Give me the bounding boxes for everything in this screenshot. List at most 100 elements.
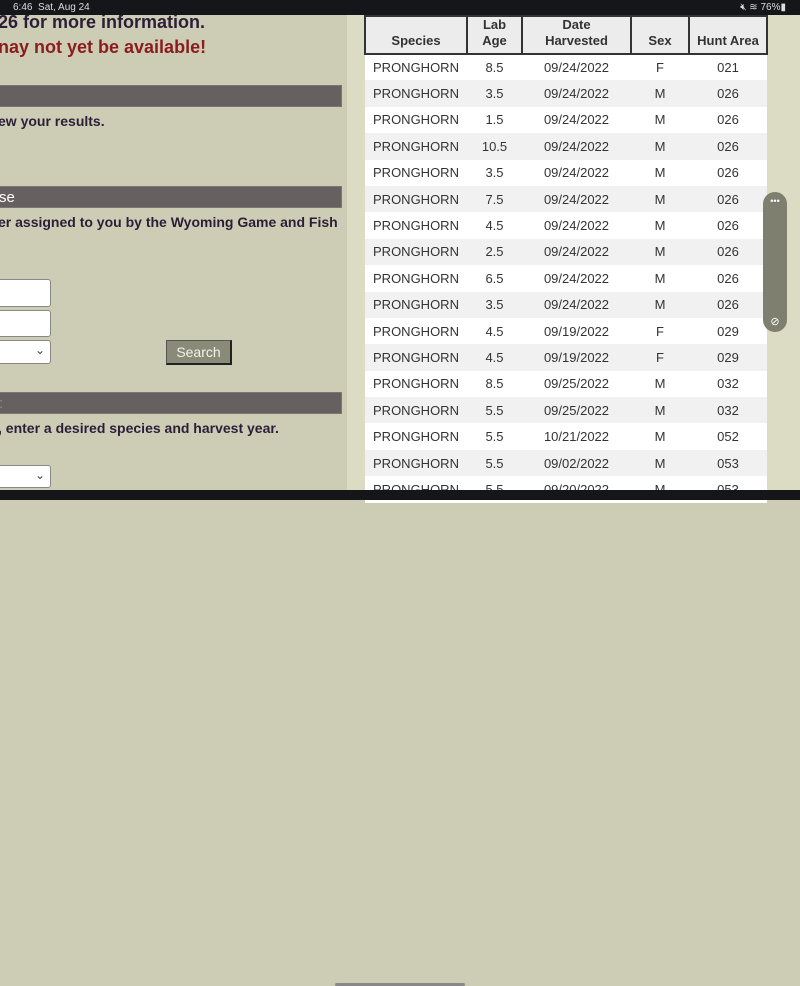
table-cell: 09/24/2022 (522, 80, 631, 107)
table-cell: PRONGHORN (365, 344, 467, 371)
battery-level: 76% (760, 2, 781, 13)
column-header-text: Sex (648, 33, 672, 48)
table-cell: M (631, 423, 689, 450)
edge-panel-handle[interactable]: ••• ⊘ (763, 192, 787, 332)
table-cell: M (631, 106, 689, 134)
table-cell: 09/24/2022 (522, 106, 631, 134)
section-header-1 (0, 85, 342, 107)
table-cell: 7.5 (467, 185, 522, 213)
table-cell: 09/19/2022 (522, 344, 631, 371)
edge-panel-hide-icon[interactable]: ⊘ (763, 315, 787, 328)
table-cell: PRONGHORN (365, 370, 467, 398)
status-bar: 6:46 Sat, Aug 24 🔇︎ ≋ 76%▮ (0, 0, 800, 15)
table-cell: 4.5 (467, 344, 522, 371)
table-cell: 8.5 (467, 54, 522, 81)
table-cell: 032 (689, 370, 767, 398)
table-cell: PRONGHORN (365, 291, 467, 318)
table-cell: 3.5 (467, 159, 522, 186)
text-input-2[interactable] (0, 310, 51, 337)
results-table: Species Lab Age Date Harvested Sex Hunt Area P… (364, 15, 768, 503)
table-cell: F (631, 54, 689, 81)
select-dropdown-2[interactable]: ⌄ (0, 465, 51, 488)
table-cell: 029 (689, 317, 767, 345)
table-cell: 026 (689, 159, 767, 186)
table-cell: 10.5 (467, 133, 522, 160)
table-row: PRONGHORN 5.5 09/02/2022 M 053 (365, 449, 767, 477)
column-header-text: Age (482, 33, 507, 48)
table-cell: 5.5 (467, 423, 522, 450)
table-cell: 029 (689, 344, 767, 371)
table-row: PRONGHORN 5.5 09/25/2022 M 032 (365, 397, 767, 424)
view-results-text: ew your results. (0, 113, 105, 129)
column-header: Hunt Area (688, 15, 768, 55)
column-header-text: Species (391, 33, 441, 48)
table-cell: M (631, 133, 689, 160)
section-header-3-label: : (0, 395, 3, 412)
column-header: Sex (630, 15, 690, 55)
status-icons: 🔇︎ ≋ 76%▮ (740, 2, 786, 13)
column-header-text: Lab (482, 17, 507, 32)
table-row: PRONGHORN 10.5 09/24/2022 M 026 (365, 133, 767, 160)
table-cell: 026 (689, 106, 767, 134)
table-row: PRONGHORN 8.5 09/24/2022 F 021 (365, 54, 767, 81)
table-cell: M (631, 291, 689, 318)
table-cell: 09/24/2022 (522, 185, 631, 213)
table-cell: 09/24/2022 (522, 238, 631, 266)
table-cell: 026 (689, 291, 767, 318)
search-button[interactable]: Search (166, 340, 232, 365)
table-cell: M (631, 397, 689, 424)
table-row: PRONGHORN 4.5 09/19/2022 F 029 (365, 317, 767, 345)
table-cell: 09/25/2022 (522, 397, 631, 424)
table-cell: PRONGHORN (365, 265, 467, 292)
select-dropdown-1[interactable]: ⌄ (0, 340, 51, 364)
table-cell: PRONGHORN (365, 106, 467, 134)
table-cell: 3.5 (467, 80, 522, 107)
chevron-down-icon: ⌄ (34, 468, 45, 482)
table-cell: 5.5 (467, 449, 522, 477)
table-cell: 1.5 (467, 106, 522, 134)
table-cell: 09/24/2022 (522, 54, 631, 81)
section-header-2: se (0, 186, 342, 208)
assigned-text: er assigned to you by the Wyoming Game a… (0, 214, 338, 230)
column-header-text: Harvested (545, 33, 608, 48)
warning-text: nay not yet be available! (0, 37, 207, 57)
table-cell: PRONGHORN (365, 133, 467, 160)
table-cell: 052 (689, 423, 767, 450)
column-header-text: Date (562, 17, 591, 32)
table-row: PRONGHORN 4.5 09/19/2022 F 029 (365, 344, 767, 371)
table-cell: PRONGHORN (365, 449, 467, 477)
table-cell: 026 (689, 80, 767, 107)
column-header-text: Hunt Area (697, 33, 759, 48)
table-cell: 026 (689, 265, 767, 292)
table-cell: PRONGHORN (365, 54, 467, 81)
table-cell: M (631, 185, 689, 213)
table-cell: 09/24/2022 (522, 133, 631, 160)
table-cell: PRONGHORN (365, 80, 467, 107)
table-cell: PRONGHORN (365, 185, 467, 213)
table-cell: M (631, 212, 689, 239)
table-cell: PRONGHORN (365, 212, 467, 239)
table-row: PRONGHORN 1.5 09/24/2022 M 026 (365, 106, 767, 134)
table-cell: PRONGHORN (365, 423, 467, 450)
navigation-bar (0, 490, 800, 986)
table-cell: 09/02/2022 (522, 449, 631, 477)
table-cell: 09/24/2022 (522, 265, 631, 292)
column-header: Lab Age (466, 15, 523, 55)
table-cell: M (631, 265, 689, 292)
table-row: PRONGHORN 4.5 09/24/2022 M 026 (365, 212, 767, 239)
table-cell: M (631, 80, 689, 107)
column-header: Date Harvested (521, 15, 632, 55)
chevron-down-icon: ⌄ (34, 343, 45, 357)
table-cell: 6.5 (467, 265, 522, 292)
table-cell: PRONGHORN (365, 397, 467, 424)
table-cell: 032 (689, 397, 767, 424)
text-input-1[interactable] (0, 279, 51, 307)
table-cell: 09/25/2022 (522, 370, 631, 398)
table-cell: M (631, 159, 689, 186)
section-header-3: : (0, 392, 342, 414)
table-cell: 5.5 (467, 397, 522, 424)
table-cell: 026 (689, 238, 767, 266)
table-cell: 10/21/2022 (522, 423, 631, 450)
more-icon[interactable]: ••• (763, 196, 787, 206)
table-row: PRONGHORN 5.5 10/21/2022 M 052 (365, 423, 767, 450)
